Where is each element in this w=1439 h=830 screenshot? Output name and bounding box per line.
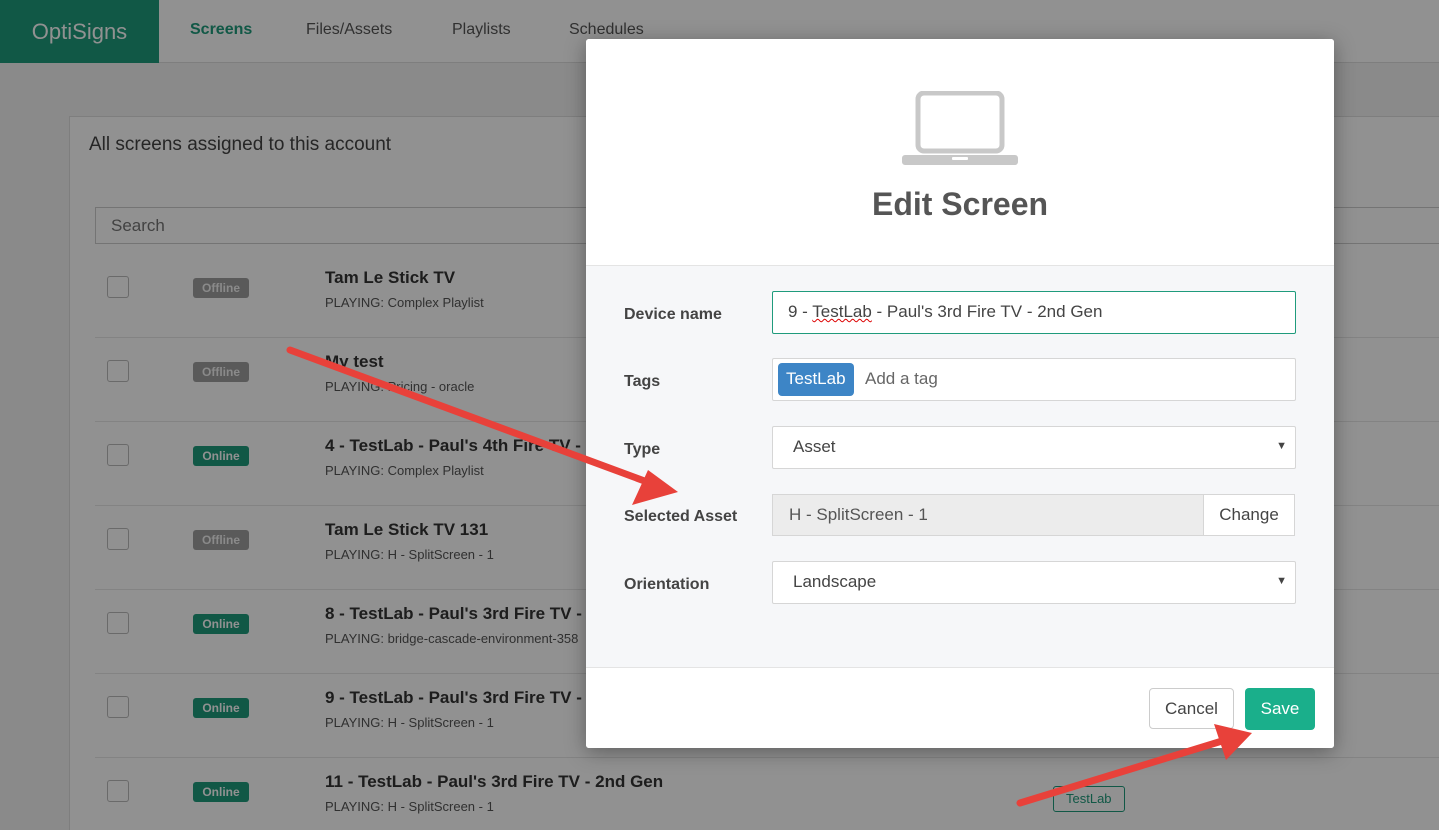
arrow-to-selected-asset — [286, 346, 654, 487]
annotation-arrows — [286, 346, 1252, 807]
arrow-to-save — [1016, 737, 1226, 807]
